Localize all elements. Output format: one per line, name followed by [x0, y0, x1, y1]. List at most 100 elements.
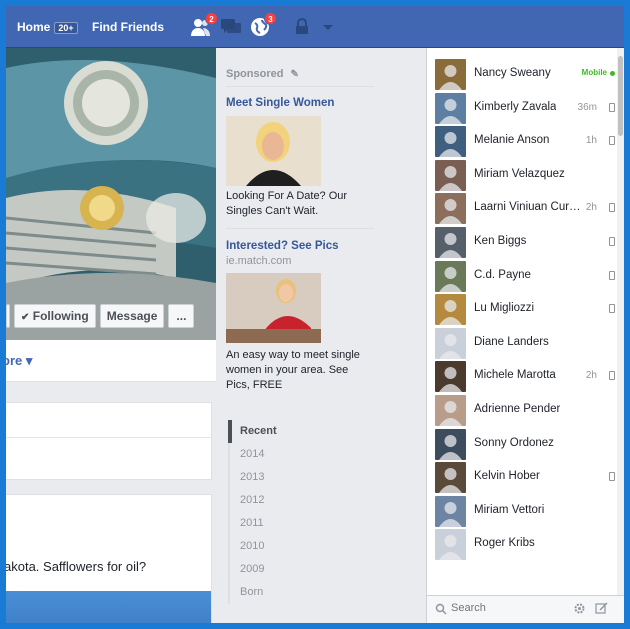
profile-main-column: ✔ Following Message ... ore ▾ akota. Saf… [6, 48, 216, 623]
timeline-item-recent[interactable]: Recent [228, 420, 292, 443]
chat-last-active-time: 1h [585, 135, 597, 147]
chat-contact-name: Sonny Ordonez [474, 436, 554, 449]
ad-body-2: An easy way to meet single women in your… [226, 349, 360, 391]
friend-requests-count: 2 [205, 12, 218, 25]
ad-image-2[interactable] [226, 273, 321, 343]
compose-icon[interactable] [595, 602, 608, 620]
chat-contact-row[interactable]: Roger Kribs [427, 528, 617, 561]
checkmark-icon: ✔ [21, 312, 30, 323]
chat-contact-row[interactable]: Ken Biggs [427, 226, 617, 259]
right-rail: Sponsored ✎ Meet Single Women Looking Fo… [216, 48, 428, 623]
find-friends-link[interactable]: Find Friends [92, 20, 164, 34]
chat-last-active-time: 2h [585, 202, 597, 214]
post-text: akota. Safflowers for oil? [6, 559, 147, 574]
home-label: Home [17, 20, 51, 34]
privacy-lock-icon[interactable] [292, 16, 314, 38]
composer-card[interactable] [6, 402, 212, 480]
chat-contact-row[interactable]: Nancy Sweany Mobile [427, 58, 617, 91]
app-frame: Home 20+ Find Friends 2 3 ✔ Following Me… [6, 6, 624, 623]
mobile-phone-icon [609, 237, 615, 246]
chat-contact-name: Nancy Sweany [474, 67, 551, 79]
avatar [435, 126, 466, 158]
chat-search-input[interactable] [451, 602, 561, 614]
chat-contact-row[interactable]: Adrienne Pender [427, 394, 617, 427]
avatar [435, 361, 466, 393]
divider [6, 437, 211, 438]
chat-contact-row[interactable]: Sonny Ordonez [427, 428, 617, 461]
avatar [435, 193, 466, 225]
message-button[interactable]: Message [99, 304, 165, 328]
following-button[interactable]: ✔ Following [14, 304, 96, 328]
mobile-phone-icon [609, 270, 615, 280]
cover-photo[interactable]: ✔ Following Message ... [6, 48, 216, 340]
sponsored-header: Sponsored ✎ [226, 68, 299, 80]
timeline-item-2009[interactable]: 2009 [228, 558, 292, 581]
ad-domain-2[interactable]: ie.match.com [226, 255, 291, 267]
chat-last-active-time: 36m [577, 101, 597, 113]
chat-contact-row[interactable]: Laarni Viniuan Cura... 2h [427, 192, 617, 225]
avatar [435, 227, 466, 258]
chat-contact-row[interactable]: C.d. Payne [427, 260, 617, 293]
chat-contact-row[interactable]: Kelvin Hober [427, 461, 617, 494]
avatar [435, 462, 466, 494]
more-tab[interactable]: ore ▾ [6, 353, 32, 369]
mobile-phone-icon [609, 472, 615, 482]
chat-contact-name: C.d. Payne [474, 268, 531, 281]
chat-contact-name: Miriam Velazquez [474, 167, 565, 180]
profile-action-button-partial[interactable] [6, 304, 10, 328]
gear-icon[interactable] [573, 602, 586, 620]
timeline-item-2011[interactable]: 2011 [228, 512, 292, 535]
avatar [435, 294, 466, 326]
chat-contact-name: Kelvin Hober [474, 470, 540, 483]
notifications-globe-icon[interactable]: 3 [249, 12, 277, 38]
avatar [435, 59, 466, 90]
timeline-item-2012[interactable]: 2012 [228, 489, 292, 512]
mobile-status-label: Mobile [581, 68, 607, 77]
home-count-badge: 20+ [54, 22, 78, 34]
chat-last-active-time: 2h [585, 370, 597, 382]
chat-contact-row[interactable]: Miriam Vettori [427, 495, 617, 528]
avatar [435, 428, 466, 460]
account-menu-chevron-down-icon[interactable] [318, 16, 340, 38]
messages-icon[interactable] [220, 16, 242, 38]
search-icon [435, 602, 447, 620]
divider [226, 86, 374, 87]
mobile-phone-icon [609, 102, 615, 112]
chat-contact-row[interactable]: Miriam Velazquez [427, 159, 617, 192]
avatar [435, 495, 466, 527]
ad-title-2[interactable]: Interested? See Pics [226, 240, 339, 252]
chat-contact-row[interactable]: Lu Migliozzi [427, 293, 617, 326]
divider [226, 228, 374, 229]
mobile-phone-icon [609, 136, 615, 146]
chat-search-bar [427, 595, 624, 623]
avatar [435, 327, 466, 359]
post-photo[interactable] [6, 591, 211, 623]
timeline-item-2010[interactable]: 2010 [228, 535, 292, 558]
more-options-button[interactable]: ... [168, 304, 195, 328]
ad-image-1[interactable] [226, 116, 321, 186]
ad-choices-icon[interactable]: ✎ [291, 69, 299, 80]
chat-contact-name: Laarni Viniuan Cura... [474, 201, 582, 214]
timeline-item-2014[interactable]: 2014 [228, 443, 292, 466]
chat-scrollbar-thumb[interactable] [618, 56, 623, 136]
chat-contact-name: Diane Landers [474, 335, 549, 348]
chat-contact-row[interactable]: Kimberly Zavala 36m [427, 92, 617, 125]
avatar [435, 395, 466, 426]
top-navigation-bar: Home 20+ Find Friends 2 3 [6, 6, 624, 48]
chat-contact-row[interactable]: Melanie Anson 1h [427, 125, 617, 158]
vintage-car-image [6, 48, 216, 340]
mobile-phone-icon [609, 304, 615, 314]
timeline-item-born[interactable]: Born [228, 581, 292, 604]
chat-contact-row[interactable]: Michele Marotta 2h [427, 360, 617, 393]
chat-scrollbar[interactable] [617, 48, 624, 623]
ad-title-1[interactable]: Meet Single Women [226, 97, 334, 109]
chat-contact-name: Melanie Anson [474, 134, 550, 147]
mobile-phone-icon [609, 371, 615, 381]
profile-actions: ✔ Following Message ... [6, 304, 195, 328]
timeline-item-2013[interactable]: 2013 [228, 466, 292, 489]
chat-contact-name: Adrienne Pender [474, 403, 561, 415]
home-link[interactable]: Home 20+ [17, 20, 78, 34]
friend-requests-icon[interactable]: 2 [190, 12, 218, 38]
post-card: akota. Safflowers for oil? [6, 494, 212, 623]
chat-contact-row[interactable]: Diane Landers [427, 327, 617, 360]
